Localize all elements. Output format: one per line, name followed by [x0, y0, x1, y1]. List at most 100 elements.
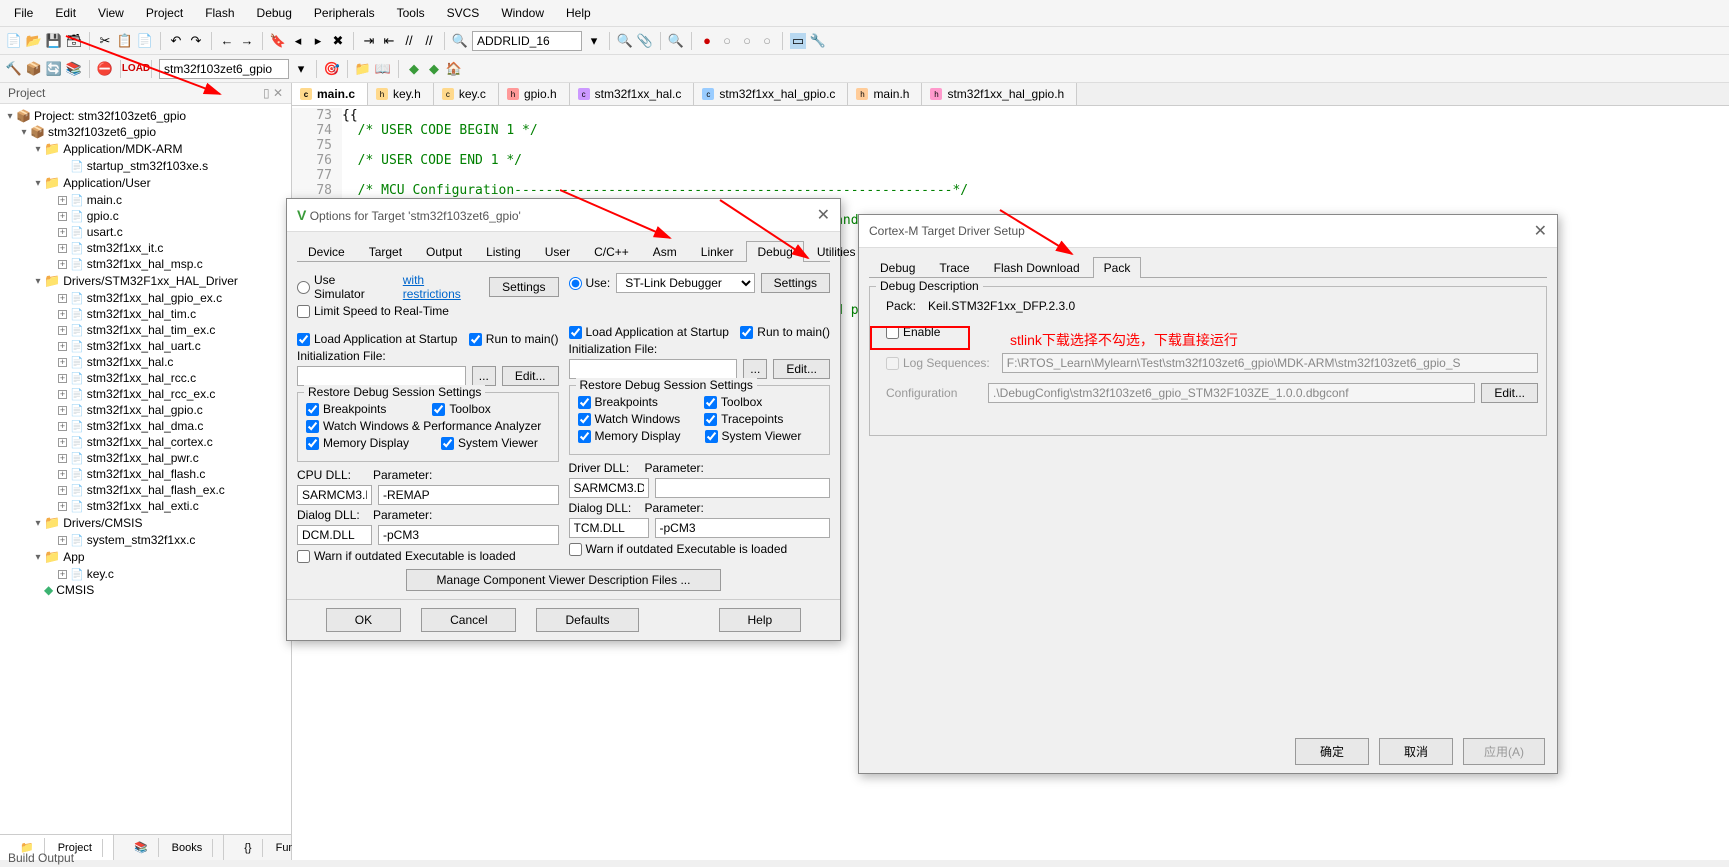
use-simulator-radio[interactable]: Use Simulator: [297, 273, 387, 301]
options-tab-c/c++[interactable]: C/C++: [583, 241, 640, 262]
tree-node[interactable]: +📄stm32f1xx_hal_msp.c: [2, 256, 289, 272]
dialogdll-input-1[interactable]: [297, 525, 372, 545]
tree-node[interactable]: +📄system_stm32f1xx.c: [2, 532, 289, 548]
cpudll-param-input[interactable]: [378, 485, 559, 505]
cut-icon[interactable]: ✂: [97, 33, 113, 49]
tracepoints-check[interactable]: Tracepoints: [704, 412, 783, 426]
file-tab[interactable]: hkey.h: [368, 83, 434, 105]
tree-node[interactable]: +📄stm32f1xx_hal_uart.c: [2, 338, 289, 354]
tree-node[interactable]: ▾📁Application/MDK-ARM: [2, 140, 289, 158]
rec2-icon[interactable]: ○: [719, 33, 735, 49]
bottom-tab-books[interactable]: 📚Books: [114, 835, 224, 860]
target-selector[interactable]: [159, 59, 289, 79]
tree-node[interactable]: +📄main.c: [2, 192, 289, 208]
options-tab-debug[interactable]: Debug: [746, 241, 803, 262]
init-file-input-2[interactable]: [569, 359, 738, 379]
config-edit-button[interactable]: Edit...: [1481, 383, 1538, 403]
browse-button-2[interactable]: ...: [743, 359, 767, 379]
driverdll-param-input[interactable]: [655, 478, 831, 498]
rec-icon[interactable]: ●: [699, 33, 715, 49]
bookmark-prev-icon[interactable]: ◂: [290, 33, 306, 49]
cortex-tab-flash-download[interactable]: Flash Download: [983, 257, 1091, 278]
breakpoints-check-1[interactable]: Breakpoints: [306, 402, 386, 416]
file-tab[interactable]: cstm32f1xx_hal_gpio.c: [694, 83, 848, 105]
watch-check[interactable]: Watch Windows: [578, 412, 681, 426]
load-app-check-1[interactable]: Load Application at Startup: [297, 332, 457, 346]
use-debugger-radio[interactable]: Use:: [569, 276, 611, 290]
redo-icon[interactable]: ↷: [188, 33, 204, 49]
tree-node[interactable]: +📄stm32f1xx_hal_rcc_ex.c: [2, 386, 289, 402]
bookmark-icon[interactable]: 🔖: [270, 33, 286, 49]
cpudll-input[interactable]: [297, 485, 372, 505]
run-main-check-2[interactable]: Run to main(): [740, 325, 830, 339]
books-icon[interactable]: 📖: [375, 61, 391, 77]
toolbox-check-2[interactable]: Toolbox: [704, 395, 762, 409]
save-icon[interactable]: 💾: [46, 33, 62, 49]
tree-node[interactable]: +📄stm32f1xx_hal_exti.c: [2, 498, 289, 514]
tree-node[interactable]: 📄startup_stm32f103xe.s: [2, 158, 289, 174]
load-app-check-2[interactable]: Load Application at Startup: [569, 325, 729, 339]
edit-button-1[interactable]: Edit...: [502, 366, 559, 386]
zoom-icon[interactable]: 🔍: [668, 33, 684, 49]
options-tab-target[interactable]: Target: [358, 241, 413, 262]
tree-node[interactable]: +📄stm32f1xx_hal_rcc.c: [2, 370, 289, 386]
tree-node[interactable]: +📄gpio.c: [2, 208, 289, 224]
dialogdll-input-2[interactable]: [569, 518, 649, 538]
rec3-icon[interactable]: ○: [739, 33, 755, 49]
config-icon[interactable]: 🔧: [810, 33, 826, 49]
debug-start-icon[interactable]: 🔍: [617, 33, 633, 49]
manage-icon[interactable]: 📁: [355, 61, 371, 77]
close-icon[interactable]: ✕: [1534, 221, 1547, 241]
stop-build-icon[interactable]: ⛔: [97, 61, 113, 77]
tree-node[interactable]: +📄stm32f1xx_hal_pwr.c: [2, 450, 289, 466]
tree-node[interactable]: +📄stm32f1xx_hal_gpio.c: [2, 402, 289, 418]
tree-node[interactable]: +📄usart.c: [2, 224, 289, 240]
file-tab[interactable]: hgpio.h: [499, 83, 570, 105]
tree-node[interactable]: +📄stm32f1xx_hal_tim.c: [2, 306, 289, 322]
comment-icon[interactable]: //: [401, 33, 417, 49]
paste-icon[interactable]: 📄: [137, 33, 153, 49]
menu-svcs[interactable]: SVCS: [437, 3, 490, 23]
tree-node[interactable]: ▾📁App: [2, 548, 289, 566]
breakpoints-check-2[interactable]: Breakpoints: [578, 395, 658, 409]
project-tree[interactable]: ▾📦Project: stm32f103zet6_gpio▾📦stm32f103…: [0, 104, 291, 834]
cortex-tab-debug[interactable]: Debug: [869, 257, 926, 278]
tree-node[interactable]: +📄stm32f1xx_hal_dma.c: [2, 418, 289, 434]
tree-node[interactable]: ▾📁Application/User: [2, 174, 289, 192]
memory-check-2[interactable]: Memory Display: [578, 429, 681, 443]
file-tab[interactable]: cmain.c: [292, 83, 368, 105]
find-next-icon[interactable]: ▾: [586, 33, 602, 49]
undo-icon[interactable]: ↶: [168, 33, 184, 49]
back-icon[interactable]: ←: [219, 33, 235, 49]
watch-perf-check[interactable]: Watch Windows & Performance Analyzer: [306, 419, 550, 433]
file-tab[interactable]: ckey.c: [434, 83, 499, 105]
dialogdll-param-input-2[interactable]: [655, 518, 831, 538]
menu-debug[interactable]: Debug: [247, 3, 302, 23]
warn-check-1[interactable]: Warn if outdated Executable is loaded: [297, 549, 559, 563]
new-icon[interactable]: 📄: [6, 33, 22, 49]
options-tab-user[interactable]: User: [534, 241, 581, 262]
defaults-button[interactable]: Defaults: [536, 608, 638, 632]
bookmark-clear-icon[interactable]: ✖: [330, 33, 346, 49]
tree-node[interactable]: +📄stm32f1xx_it.c: [2, 240, 289, 256]
options-tab-linker[interactable]: Linker: [690, 241, 745, 262]
menu-window[interactable]: Window: [491, 3, 554, 23]
file-tab[interactable]: hstm32f1xx_hal_gpio.h: [922, 83, 1077, 105]
enable-check[interactable]: Enable: [886, 325, 940, 339]
cortex-cancel-button[interactable]: 取消: [1379, 738, 1453, 765]
uncomment-icon[interactable]: //: [421, 33, 437, 49]
options-tab-listing[interactable]: Listing: [475, 241, 532, 262]
sysview-check-1[interactable]: System Viewer: [441, 436, 538, 450]
file-tab[interactable]: hmain.h: [848, 83, 922, 105]
with-restrictions-link[interactable]: with restrictions: [403, 273, 483, 301]
rebuild-icon[interactable]: 🔄: [46, 61, 62, 77]
menu-flash[interactable]: Flash: [195, 3, 244, 23]
forward-icon[interactable]: →: [239, 33, 255, 49]
tree-node[interactable]: +📄stm32f1xx_hal_tim_ex.c: [2, 322, 289, 338]
browse-button-1[interactable]: ...: [472, 366, 496, 386]
tree-node[interactable]: +📄key.c: [2, 566, 289, 582]
window-icon[interactable]: ▭: [790, 33, 806, 49]
open-icon[interactable]: 📂: [26, 33, 42, 49]
insert-icon[interactable]: 📎: [637, 33, 653, 49]
debugger-select[interactable]: ST-Link Debugger: [616, 273, 754, 293]
